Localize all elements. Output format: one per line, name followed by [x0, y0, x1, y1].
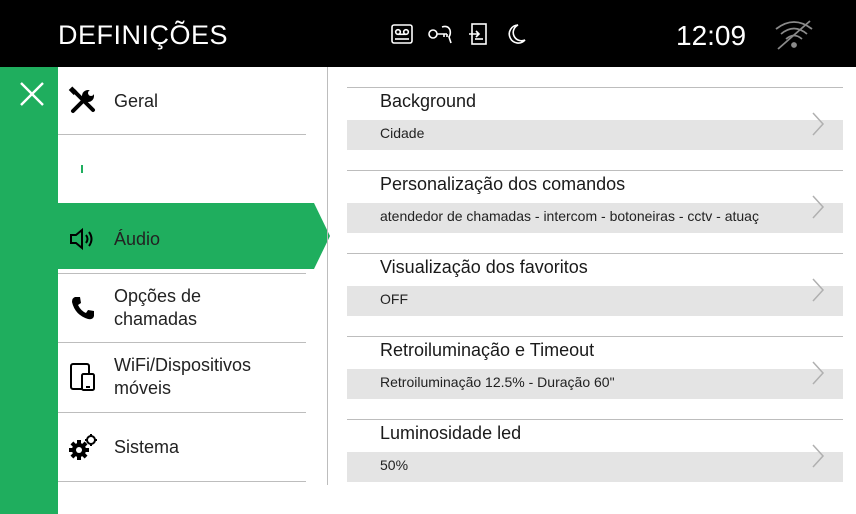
- sidebar-item-label: WiFi/Dispositivos móveis: [114, 354, 251, 400]
- chevron-right-icon: [812, 112, 825, 136]
- setting-retroiluminacao[interactable]: Retroiluminação e Timeout Retroiluminaçã…: [347, 336, 843, 402]
- divider: [58, 481, 306, 482]
- label-line-2: móveis: [114, 378, 172, 398]
- sidebar-item-sistema[interactable]: Sistema: [58, 425, 306, 469]
- moon-icon: [502, 20, 530, 48]
- label-line-2: chamadas: [114, 309, 198, 329]
- gears-icon: [64, 431, 102, 463]
- answering-machine-icon: [388, 20, 416, 48]
- chevron-right-icon: [812, 195, 825, 219]
- setting-title: Background: [380, 91, 477, 111]
- label-line-1: WiFi/Dispositivos: [114, 355, 252, 375]
- divider: [58, 273, 306, 274]
- divider: [347, 419, 843, 420]
- sidebar-item-label: Áudio: [114, 228, 161, 249]
- clock: 12:09: [676, 20, 747, 51]
- door-key-icon: [426, 20, 454, 48]
- display-icon: [64, 153, 102, 185]
- divider: [58, 134, 306, 135]
- sidebar-item-label: Sistema: [114, 436, 180, 457]
- speaker-icon: [64, 223, 102, 255]
- setting-title: Retroiluminação e Timeout: [380, 340, 595, 360]
- divider: [347, 253, 843, 254]
- setting-value: atendedor de chamadas - intercom - boton…: [380, 208, 759, 224]
- divider: [58, 412, 306, 413]
- page-title: DEFINIÇÕES: [58, 20, 229, 50]
- setting-favoritos[interactable]: Visualização dos favoritos OFF: [347, 253, 843, 319]
- settings-list: Background Cidade Personalização dos com…: [347, 67, 856, 514]
- setting-personalizacao[interactable]: Personalização dos comandos atendedor de…: [347, 170, 843, 236]
- divider: [347, 336, 843, 337]
- status-icons: [388, 19, 540, 49]
- setting-value: Cidade: [380, 125, 425, 141]
- sidebar-item-audio[interactable]: Áudio: [58, 217, 306, 261]
- side-strip: [0, 67, 58, 514]
- sidebar-item-label: Geral: [114, 90, 159, 111]
- sidebar-item-label: Display e Teclas: [114, 158, 244, 179]
- label-line-1: Opções de: [114, 286, 202, 306]
- sidebar-item-wifi[interactable]: WiFi/Dispositivos móveis: [58, 350, 306, 404]
- divider: [347, 87, 843, 88]
- phone-icon: [64, 292, 102, 324]
- chevron-right-icon: [812, 361, 825, 385]
- chevron-right-icon: [812, 278, 825, 302]
- setting-value: Retroiluminação 12.5% - Duração 60": [380, 374, 615, 390]
- wrench-screwdriver-icon: [64, 85, 102, 117]
- sidebar-item-chamadas[interactable]: Opções de chamadas: [58, 281, 306, 335]
- column-divider: [327, 67, 328, 485]
- setting-luminosidade[interactable]: Luminosidade led 50%: [347, 419, 843, 485]
- sidebar-item-label: Opções de chamadas: [114, 285, 201, 331]
- setting-value: OFF: [380, 291, 408, 307]
- setting-title: Personalização dos comandos: [380, 174, 626, 194]
- divider: [347, 170, 843, 171]
- wifi-off-icon: [772, 17, 816, 51]
- mobile-device-icon: [64, 361, 102, 393]
- sidebar-item-display[interactable]: Display e Teclas: [58, 147, 306, 191]
- setting-background[interactable]: Background Cidade: [347, 87, 843, 153]
- top-bar: DEFINIÇÕES 12:09: [0, 0, 856, 67]
- close-icon[interactable]: [18, 80, 46, 108]
- chevron-right-icon: [812, 444, 825, 468]
- settings-menu: Geral Display e Teclas Áudio Opções de c…: [58, 67, 330, 514]
- sidebar-item-geral[interactable]: Geral: [58, 79, 306, 123]
- setting-title: Luminosidade led: [380, 423, 522, 443]
- setting-value: 50%: [380, 457, 409, 473]
- setting-title: Visualização dos favoritos: [380, 257, 588, 277]
- divider: [58, 342, 306, 343]
- door-exit-icon: [464, 20, 492, 48]
